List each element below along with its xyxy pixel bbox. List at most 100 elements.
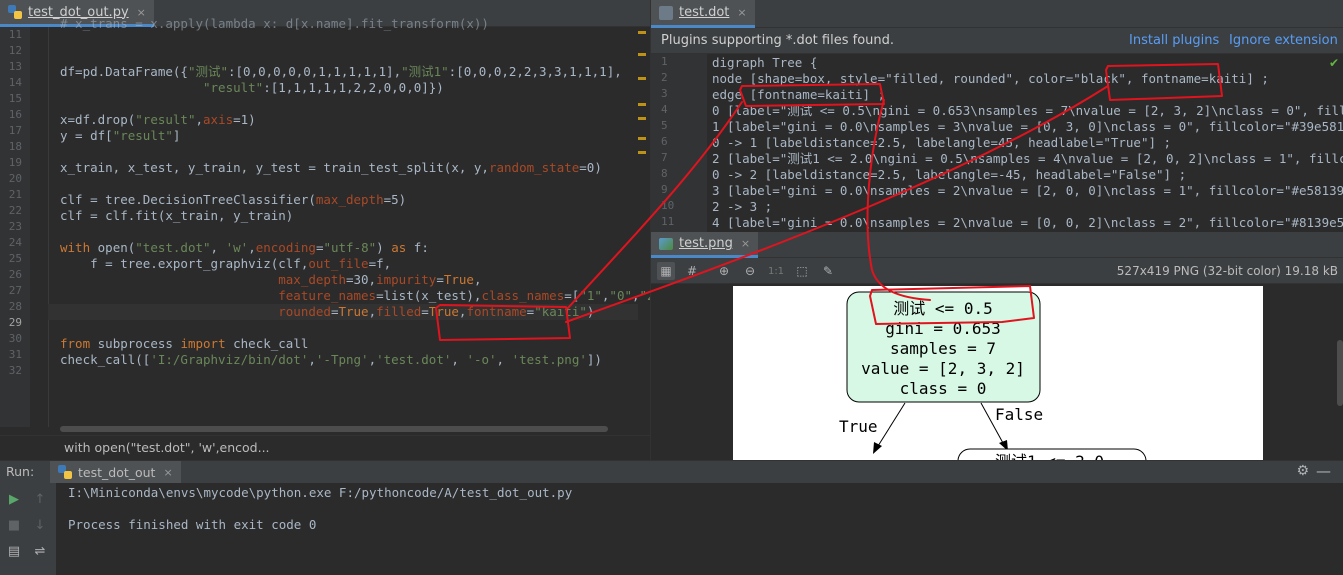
dot-code-line[interactable]: 0 [label="测试 <= 0.5\ngini = 0.653\nsampl… (712, 103, 1343, 119)
check-icon: ✔ (1328, 56, 1339, 70)
code-token: True (443, 272, 474, 287)
warning-mark[interactable] (638, 151, 646, 154)
zoom-out-icon[interactable]: ⊖ (741, 262, 759, 280)
python-editor[interactable]: test_dot_out.py × 11 12 13 14 15 16 17 18 19 20 21… (0, 0, 650, 460)
code-token: True (338, 304, 369, 319)
dot-code-line[interactable]: digraph Tree { (712, 55, 1342, 71)
grid-icon[interactable]: # (683, 262, 701, 280)
root-line-2: gini = 0.653 (885, 319, 1001, 338)
minimize-icon[interactable]: — (1316, 462, 1331, 480)
dot-code-line[interactable]: 2 [label="测试1 <= 2.0\ngini = 0.5\nsample… (712, 151, 1343, 167)
root-line-5: class = 0 (900, 379, 987, 398)
close-icon[interactable]: × (741, 237, 750, 250)
chessboard-icon[interactable]: ▦ (657, 262, 675, 280)
code-line[interactable]: with open("test.dot", 'w',encoding="utf-… (60, 240, 645, 256)
code-line[interactable]: df=pd.DataFrame({"测试":[0,0,0,0,0,1,1,1,1… (60, 64, 645, 80)
close-icon[interactable]: × (163, 466, 172, 479)
code-area[interactable]: # x_trans = x.apply(lambda x: d[x.name].… (48, 16, 650, 368)
code-area[interactable]: digraph Tree {node [shape=box, style="fi… (712, 55, 1343, 231)
dot-code-line[interactable]: 1 [label="gini = 0.0\nsamples = 3\nvalue… (712, 119, 1343, 135)
tab-test-png[interactable]: test.png × (651, 232, 759, 258)
code-line[interactable]: from subprocess import check_call (60, 336, 645, 352)
dot-code-line[interactable]: edge [fontname=kaiti] ; (712, 87, 1342, 103)
run-tab[interactable]: test_dot_out × (50, 461, 181, 483)
code-token: , (210, 240, 226, 255)
dot-editor[interactable]: test.dot × Plugins supporting *.dot file… (650, 0, 1343, 232)
down-arrow-icon[interactable]: ↓ (32, 517, 48, 533)
dot-code-line[interactable]: node [shape=box, style="filled, rounded"… (712, 71, 1342, 87)
line-number: 7 (661, 151, 668, 164)
root-line-4: value = [2, 3, 2] (861, 359, 1025, 378)
warning-mark[interactable] (638, 137, 646, 140)
code-line[interactable] (60, 320, 645, 336)
dot-code-line[interactable]: 0 -> 1 [labeldistance=2.5, labelangle=45… (712, 135, 1342, 151)
code-line[interactable]: clf = clf.fit(x_train, y_train) (60, 208, 645, 224)
code-line[interactable]: x=df.drop("result",axis=1) (60, 112, 645, 128)
warning-mark[interactable] (638, 31, 646, 34)
warning-mark[interactable] (638, 117, 646, 120)
code-line[interactable] (60, 224, 645, 240)
code-line[interactable] (60, 176, 645, 192)
line-number: 29 (8, 316, 22, 329)
code-line[interactable] (60, 144, 645, 160)
code-line[interactable] (60, 48, 645, 64)
color-picker-icon[interactable]: ✎ (819, 262, 837, 280)
code-token: "test.dot" (135, 240, 211, 255)
dot-code-line[interactable]: 2 -> 3 ; (712, 199, 1342, 215)
breadcrumb[interactable]: with open("test.dot", 'w',encod... (0, 435, 650, 460)
close-icon[interactable]: × (737, 6, 746, 19)
code-line[interactable]: max_depth=30,impurity=True, (60, 272, 645, 288)
code-token: rounded (278, 304, 331, 319)
code-token: :[0,0,0,0,0,1,1,1,1,1], (228, 64, 402, 79)
code-token: random_state (488, 160, 580, 175)
layout-icon[interactable]: ▤ (6, 543, 22, 559)
warning-mark[interactable] (638, 53, 646, 56)
dot-code-line[interactable]: 0 -> 2 [labeldistance=2.5, labelangle=-4… (712, 167, 1342, 183)
error-stripe[interactable] (636, 27, 648, 427)
actual-size-button[interactable]: 1:1 (767, 262, 785, 280)
code-line[interactable]: x_train, x_test, y_train, y_test = train… (60, 160, 645, 176)
code-line[interactable]: y = df["result"] (60, 128, 645, 144)
vertical-scrollbar[interactable] (1337, 340, 1343, 406)
image-viewer[interactable]: test.png × ▦ # ⊕ ⊖ 1:1 ⬚ ✎ 527x419 PNG (… (650, 232, 1343, 460)
code-token: 'test.dot' (376, 352, 452, 367)
code-token: filled (376, 304, 422, 319)
ignore-extension-link[interactable]: Ignore extension (1229, 33, 1338, 48)
rendered-tree-image: 测试 <= 0.5 gini = 0.653 samples = 7 value… (733, 286, 1263, 460)
fit-zoom-icon[interactable]: ⬚ (793, 262, 811, 280)
run-tab-label: test_dot_out (78, 464, 156, 480)
code-line[interactable]: feature_names=list(x_test),class_names=[… (60, 288, 650, 304)
line-number: 26 (8, 268, 22, 281)
play-icon[interactable]: ▶ (6, 491, 22, 507)
line-number: 20 (8, 172, 22, 185)
code-line[interactable]: rounded=True,filled=True,fontname="kaiti… (48, 304, 638, 320)
code-line[interactable]: check_call(['I:/Graphviz/bin/dot','-Tpng… (60, 352, 645, 368)
dot-code-line[interactable]: 3 [label="gini = 0.0\nsamples = 2\nvalue… (712, 183, 1343, 199)
code-line[interactable] (60, 32, 645, 48)
code-token: , (473, 272, 482, 287)
line-number: 24 (8, 236, 22, 249)
install-plugins-link[interactable]: Install plugins (1129, 33, 1219, 48)
warning-mark[interactable] (638, 77, 646, 80)
code-line[interactable]: "result":[1,1,1,1,1,2,2,0,0,0]}) (60, 80, 645, 96)
image-canvas[interactable]: 测试 <= 0.5 gini = 0.653 samples = 7 value… (651, 284, 1343, 460)
run-toolbar: Run: test_dot_out × ⚙ — (0, 461, 1343, 483)
gear-icon[interactable]: ⚙ (1296, 463, 1309, 479)
zoom-in-icon[interactable]: ⊕ (715, 262, 733, 280)
code-line[interactable]: clf = tree.DecisionTreeClassifier(max_de… (60, 192, 645, 208)
run-side-toolbar: ▶ ↑ ■ ↓ ▤ ⇌ (0, 483, 56, 575)
warning-mark[interactable] (638, 103, 646, 106)
code-line[interactable]: f = tree.export_graphviz(clf,out_file=f, (60, 256, 645, 272)
line-number: 15 (8, 92, 22, 105)
stop-icon[interactable]: ■ (6, 517, 22, 533)
code-line[interactable] (60, 96, 645, 112)
soft-wrap-icon[interactable]: ⇌ (32, 543, 48, 559)
console-output[interactable]: I:\Miniconda\envs\mycode\python.exe F:/p… (68, 485, 572, 533)
python-file-icon (8, 5, 22, 19)
horizontal-scrollbar[interactable] (60, 426, 608, 432)
tab-test-dot[interactable]: test.dot × (651, 0, 755, 28)
code-line[interactable]: # x_trans = x.apply(lambda x: d[x.name].… (60, 16, 645, 32)
up-arrow-icon[interactable]: ↑ (32, 491, 48, 507)
dot-code-line[interactable]: 4 [label="gini = 0.0\nsamples = 2\nvalue… (712, 215, 1343, 231)
